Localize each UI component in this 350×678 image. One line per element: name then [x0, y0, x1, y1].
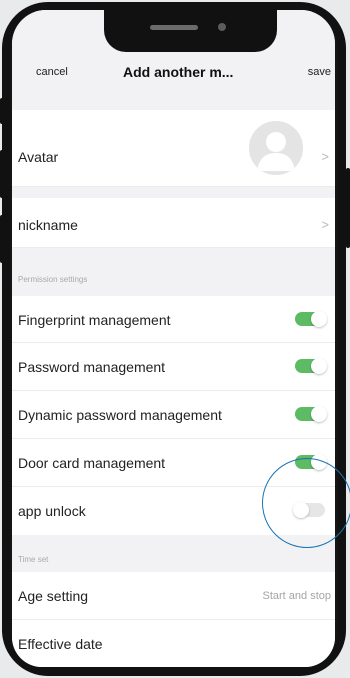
- age-setting-row[interactable]: Age setting Start and stop: [12, 572, 335, 620]
- app-screen: cancel Add another m... save Avatar > ni…: [12, 10, 335, 667]
- nickname-row[interactable]: nickname >: [12, 198, 335, 248]
- avatar-row[interactable]: Avatar >: [12, 110, 335, 187]
- permission-label: Dynamic password management: [18, 407, 222, 423]
- page-title: Add another m...: [123, 64, 234, 80]
- permission-section-label: Permission settings: [18, 275, 88, 284]
- permission-section-header: Permission settings: [12, 248, 335, 296]
- permission-label: app unlock: [18, 503, 86, 519]
- front-camera: [218, 23, 226, 31]
- permission-label: Password management: [18, 359, 166, 375]
- phone-side-button-left-top: [0, 98, 4, 124]
- password-management-toggle[interactable]: [295, 358, 327, 374]
- phone-side-button-left-mid: [0, 150, 4, 198]
- age-setting-label: Age setting: [18, 588, 89, 604]
- phone-side-button-left-bottom: [0, 215, 4, 263]
- fingerprint-management-toggle[interactable]: [295, 311, 327, 327]
- toggle-knob: [311, 406, 327, 422]
- age-setting-value: Start and stop: [262, 590, 332, 602]
- permission-label: Fingerprint management: [18, 312, 171, 328]
- save-button[interactable]: save: [308, 66, 331, 78]
- speaker-grille: [150, 25, 198, 30]
- phone-notch: [104, 10, 277, 52]
- chevron-right-icon: >: [321, 149, 329, 164]
- person-silhouette-icon[interactable]: [249, 121, 303, 175]
- highlight-circle-annotation: [262, 458, 350, 548]
- dynamic-password-management-toggle[interactable]: [295, 406, 327, 422]
- chevron-right-icon: >: [321, 217, 329, 232]
- nickname-label: nickname: [18, 217, 78, 233]
- effective-date-row[interactable]: Effective date: [12, 620, 335, 667]
- permission-row-dynamic-password: Dynamic password management: [12, 391, 335, 439]
- effective-date-label: Effective date: [18, 636, 103, 652]
- cancel-button[interactable]: cancel: [36, 66, 68, 78]
- avatar-label: Avatar: [18, 149, 59, 165]
- phone-side-button-right: [346, 168, 350, 248]
- permission-label: Door card management: [18, 455, 166, 471]
- toggle-knob: [311, 311, 327, 327]
- permission-row-password: Password management: [12, 343, 335, 391]
- permission-row-fingerprint: Fingerprint management: [12, 296, 335, 343]
- time-section-label: Time set: [18, 555, 49, 564]
- toggle-knob: [311, 358, 327, 374]
